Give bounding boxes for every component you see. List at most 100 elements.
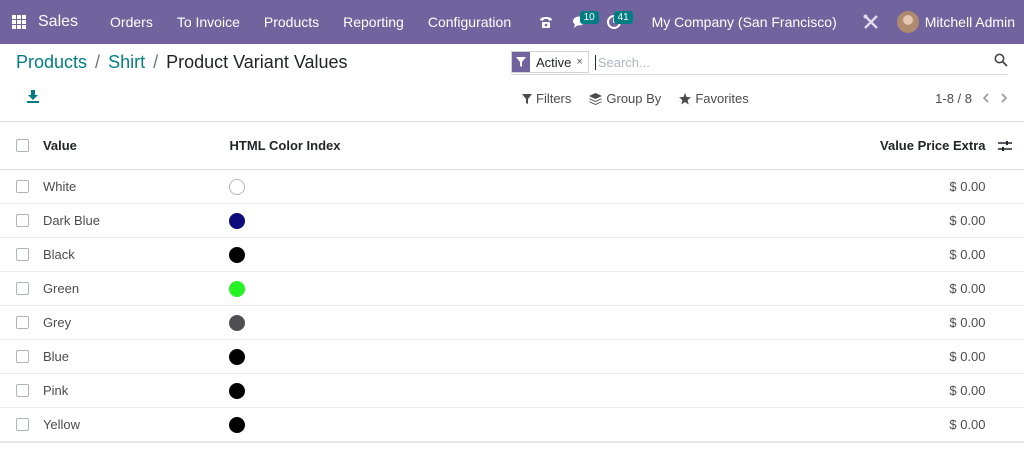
download-icon: [27, 90, 39, 103]
user-avatar[interactable]: [896, 11, 919, 33]
table-row[interactable]: Black $ 0.00: [0, 238, 1024, 272]
color-swatch[interactable]: [228, 314, 245, 331]
row-checkbox[interactable]: [16, 316, 29, 329]
pager-value[interactable]: 1-8 / 8: [935, 91, 972, 106]
row-checkbox[interactable]: [16, 350, 29, 363]
cell-price-extra: $ 0.00: [949, 247, 986, 262]
color-swatch[interactable]: [228, 246, 245, 263]
favorites-label: Favorites: [695, 91, 749, 106]
sliders-icon: [997, 140, 1012, 151]
facet-remove-button[interactable]: ×: [576, 56, 587, 68]
breadcrumb: Products / Shirt / Product Variant Value…: [16, 52, 348, 73]
cell-color: [228, 382, 846, 399]
color-swatch[interactable]: [228, 348, 245, 365]
row-select-cell: [0, 282, 43, 295]
table-row[interactable]: Green $ 0.00: [0, 272, 1024, 306]
user-menu[interactable]: Mitchell Admin: [925, 14, 1015, 30]
cell-price-extra: $ 0.00: [949, 383, 986, 398]
cell-price-extra: $ 0.00: [949, 349, 986, 364]
breadcrumb-shirt[interactable]: Shirt: [108, 52, 145, 73]
filter-icon: [512, 52, 530, 72]
select-all-checkbox[interactable]: [16, 139, 29, 152]
table-row[interactable]: Dark Blue $ 0.00: [0, 204, 1024, 238]
color-swatch[interactable]: [228, 212, 245, 229]
color-swatch[interactable]: [228, 178, 245, 195]
cell-color: [228, 212, 846, 229]
debug-tools-button[interactable]: [857, 0, 885, 44]
pager-previous-button[interactable]: [982, 91, 990, 106]
cell-color: [228, 348, 846, 365]
color-swatch[interactable]: [228, 280, 245, 297]
messages-button[interactable]: 10: [566, 0, 599, 44]
row-select-cell: [0, 316, 43, 329]
group-by-button[interactable]: Group By: [589, 91, 661, 106]
optional-columns-button[interactable]: [986, 140, 1024, 152]
column-header-price-extra[interactable]: Value Price Extra: [845, 138, 986, 153]
table-row[interactable]: Blue $ 0.00: [0, 340, 1024, 374]
cell-value: Dark Blue: [42, 213, 101, 228]
app-brand[interactable]: Sales: [38, 13, 78, 31]
menu-configuration[interactable]: Configuration: [416, 0, 523, 44]
menu-products[interactable]: Products: [252, 0, 331, 44]
systray: 10 41 My Company (San Francisco) Mitchel…: [526, 0, 1024, 44]
column-header-color[interactable]: HTML Color Index: [230, 138, 846, 153]
phone-icon: [539, 17, 552, 28]
apps-menu-button[interactable]: [0, 0, 38, 44]
activities-button[interactable]: 41: [600, 0, 633, 44]
phone-button[interactable]: [532, 0, 560, 44]
row-checkbox[interactable]: [16, 384, 29, 397]
search-icon[interactable]: [994, 53, 1008, 67]
menu-reporting[interactable]: Reporting: [331, 0, 416, 44]
row-checkbox[interactable]: [16, 282, 29, 295]
cell-price-extra: $ 0.00: [949, 281, 986, 296]
cell-color: [228, 178, 846, 195]
cell-value: Green: [42, 281, 80, 296]
messages-badge: 10: [579, 11, 599, 24]
cell-value: White: [42, 179, 77, 194]
cell-value: Pink: [42, 383, 69, 398]
menu-to-invoice[interactable]: To Invoice: [165, 0, 252, 44]
company-switcher[interactable]: My Company (San Francisco): [652, 14, 837, 30]
menu-orders[interactable]: Orders: [98, 0, 165, 44]
star-icon: [679, 92, 692, 104]
color-swatch[interactable]: [228, 416, 245, 433]
pager-next-button[interactable]: [1000, 91, 1008, 106]
export-button[interactable]: [26, 89, 40, 105]
search-input[interactable]: [594, 54, 975, 70]
cell-value: Yellow: [42, 417, 81, 432]
pager: 1-8 / 8: [935, 91, 1008, 106]
table-row[interactable]: White $ 0.00: [0, 170, 1024, 204]
row-checkbox[interactable]: [16, 214, 29, 227]
page-title: Product Variant Values: [166, 52, 348, 72]
table-row[interactable]: Grey $ 0.00: [0, 306, 1024, 340]
favorites-button[interactable]: Favorites: [679, 91, 749, 106]
top-navbar: Sales Orders To Invoice Products Reporti…: [0, 0, 1024, 44]
row-select-cell: [0, 214, 43, 227]
breadcrumb-products[interactable]: Products: [16, 52, 87, 73]
row-checkbox[interactable]: [16, 180, 29, 193]
group-by-label: Group By: [606, 91, 662, 106]
breadcrumb-separator: /: [153, 52, 159, 72]
select-all-cell: [0, 139, 43, 152]
row-select-cell: [0, 248, 43, 261]
activities-badge: 41: [613, 11, 633, 24]
row-select-cell: [0, 350, 43, 363]
column-header-value[interactable]: Value: [43, 138, 230, 153]
breadcrumb-separator: /: [95, 52, 101, 72]
cell-value: Blue: [42, 349, 69, 364]
row-checkbox[interactable]: [16, 248, 29, 261]
filters-label: Filters: [536, 91, 572, 106]
filters-button[interactable]: Filters: [522, 91, 571, 106]
search-facet-active[interactable]: Active ×: [511, 51, 589, 73]
color-swatch[interactable]: [228, 382, 245, 399]
row-select-cell: [0, 418, 43, 431]
chevron-right-icon: [1001, 93, 1008, 103]
cell-value: Black: [42, 247, 75, 262]
cell-color: [228, 280, 846, 297]
table-row[interactable]: Yellow $ 0.00: [0, 408, 1024, 442]
cell-price-extra: $ 0.00: [949, 213, 986, 228]
facet-label: Active: [536, 54, 572, 70]
cell-color: [228, 416, 846, 433]
table-row[interactable]: Pink $ 0.00: [0, 374, 1024, 408]
row-checkbox[interactable]: [16, 418, 29, 431]
